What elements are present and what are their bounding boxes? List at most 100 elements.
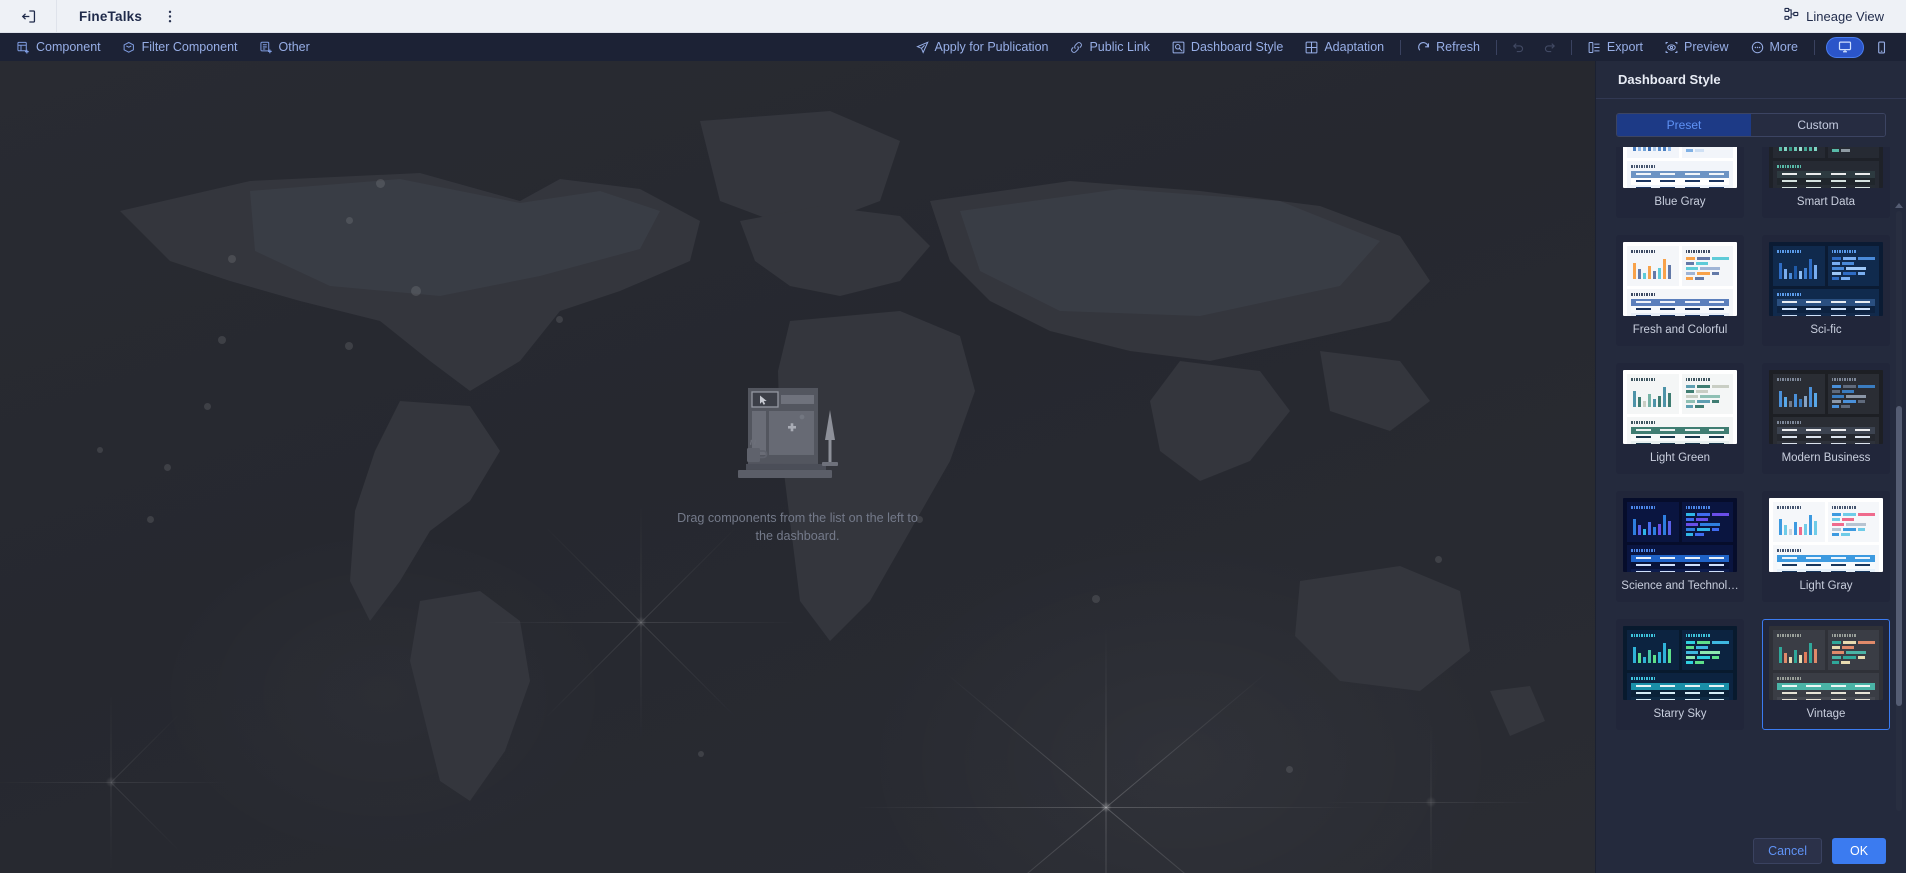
- toolbar-right-group: Apply for Publication Public Link Dashbo…: [905, 33, 1906, 61]
- map-dot: [346, 217, 353, 224]
- theme-card[interactable]: Vintage: [1762, 619, 1890, 730]
- theme-list-scrollbar[interactable]: [1895, 203, 1903, 811]
- panel-tabs-wrapper: Preset Custom: [1596, 99, 1906, 147]
- theme-label: Starry Sky: [1653, 708, 1707, 720]
- title-bar: FineTalks Lineage View: [0, 0, 1906, 33]
- panel-tabs: Preset Custom: [1616, 113, 1886, 137]
- toolbar-label: Export: [1606, 40, 1644, 54]
- map-dot: [376, 179, 385, 188]
- workspace: Drag components from the list on the lef…: [0, 61, 1906, 873]
- theme-thumbnail: [1623, 242, 1737, 316]
- panel-footer: Cancel OK: [1596, 829, 1906, 873]
- world-map-background: [0, 61, 1595, 873]
- export-button[interactable]: Export: [1577, 33, 1654, 61]
- lineage-icon: [1784, 7, 1799, 26]
- toolbar-divider: [1495, 39, 1497, 55]
- theme-card[interactable]: Light Green: [1616, 363, 1744, 474]
- more-dots-icon: [1751, 41, 1764, 54]
- device-desktop-toggle[interactable]: [1826, 36, 1864, 58]
- theme-label: Blue Gray: [1654, 196, 1706, 208]
- filter-component-icon: [123, 41, 136, 54]
- app-window: FineTalks Lineage View Component Filter …: [0, 0, 1906, 873]
- map-dot: [218, 336, 226, 344]
- theme-list[interactable]: Blue Gray Smart Data Fresh and Colorful Sci…: [1596, 147, 1906, 829]
- device-mobile-toggle[interactable]: [1864, 37, 1898, 58]
- toolbar-divider: [1814, 39, 1815, 55]
- dashboard-style-panel: Dashboard Style Preset Custom Blue Gray S…: [1595, 61, 1906, 873]
- theme-label: Light Gray: [1799, 580, 1853, 592]
- theme-card[interactable]: Fresh and Colorful: [1616, 235, 1744, 346]
- theme-thumbnail: [1769, 370, 1883, 444]
- vertical-dots-icon[interactable]: [156, 9, 184, 24]
- page-title: FineTalks: [79, 8, 143, 24]
- theme-card[interactable]: Sci-fic: [1762, 235, 1890, 346]
- theme-label: Fresh and Colorful: [1632, 324, 1728, 336]
- theme-label: Sci-fic: [1810, 324, 1842, 336]
- map-dot: [1092, 595, 1100, 603]
- theme-card[interactable]: Smart Data: [1762, 147, 1890, 218]
- theme-label: Smart Data: [1796, 196, 1856, 208]
- theme-card[interactable]: Light Gray: [1762, 491, 1890, 602]
- map-dot: [411, 286, 421, 296]
- toolbar-label: Other: [278, 40, 310, 54]
- theme-thumbnail: [1769, 147, 1883, 188]
- map-dot: [698, 751, 704, 757]
- theme-thumbnail: [1623, 147, 1737, 188]
- theme-label: Light Green: [1649, 452, 1711, 464]
- exit-left-icon[interactable]: [0, 0, 57, 32]
- link-icon: [1070, 41, 1083, 54]
- refresh-button[interactable]: Refresh: [1406, 33, 1491, 61]
- lineage-view-button[interactable]: Lineage View: [1784, 7, 1906, 26]
- toolbar-label: More: [1769, 40, 1798, 54]
- theme-thumbnail: [1623, 626, 1737, 700]
- theme-label: Science and Technol…: [1621, 580, 1739, 592]
- other-component-button[interactable]: Other: [249, 33, 321, 61]
- add-component-button[interactable]: Component: [6, 33, 112, 61]
- toolbar-divider: [1570, 39, 1572, 55]
- theme-label: Modern Business: [1781, 452, 1871, 464]
- scrollbar-thumb[interactable]: [1896, 406, 1902, 706]
- tab-custom[interactable]: Custom: [1751, 114, 1885, 136]
- scroll-up-arrow-icon[interactable]: [1895, 203, 1903, 208]
- adaptation-button[interactable]: Adaptation: [1294, 33, 1395, 61]
- cancel-button[interactable]: Cancel: [1753, 838, 1822, 864]
- toolbar-label: Filter Component: [141, 40, 238, 54]
- theme-card[interactable]: Starry Sky: [1616, 619, 1744, 730]
- toolbar-label: Dashboard Style: [1190, 40, 1284, 54]
- toolbar-label: Preview: [1684, 40, 1729, 54]
- filter-component-button[interactable]: Filter Component: [112, 33, 249, 61]
- theme-card[interactable]: Science and Technol…: [1616, 491, 1744, 602]
- theme-card[interactable]: Blue Gray: [1616, 147, 1744, 218]
- panel-title: Dashboard Style: [1596, 61, 1906, 99]
- theme-label: Vintage: [1806, 708, 1846, 720]
- redo-button[interactable]: [1534, 33, 1566, 61]
- dashboard-style-button[interactable]: Dashboard Style: [1161, 33, 1294, 61]
- map-dot: [228, 255, 236, 263]
- public-link-button[interactable]: Public Link: [1059, 33, 1160, 61]
- theme-thumbnail: [1769, 242, 1883, 316]
- grid-icon: [1305, 41, 1318, 54]
- dashboard-canvas[interactable]: Drag components from the list on the lef…: [0, 61, 1595, 873]
- other-component-icon: [259, 41, 273, 54]
- preview-button[interactable]: Preview: [1654, 33, 1739, 61]
- theme-card[interactable]: Modern Business: [1762, 363, 1890, 474]
- undo-button[interactable]: [1502, 33, 1534, 61]
- export-icon: [1588, 41, 1601, 54]
- send-icon: [915, 40, 929, 54]
- toolbar-label: Component: [36, 40, 101, 54]
- map-dot: [1286, 766, 1293, 773]
- theme-thumbnail: [1623, 370, 1737, 444]
- preview-icon: [1665, 41, 1678, 54]
- toolbar-label: Refresh: [1436, 40, 1480, 54]
- map-dot: [97, 447, 103, 453]
- theme-thumbnail: [1623, 498, 1737, 572]
- apply-for-publication-button[interactable]: Apply for Publication: [905, 33, 1060, 61]
- lineage-view-label: Lineage View: [1806, 8, 1884, 24]
- more-button[interactable]: More: [1740, 33, 1809, 61]
- tab-preset[interactable]: Preset: [1617, 114, 1751, 136]
- style-icon: [1172, 41, 1185, 54]
- refresh-icon: [1417, 41, 1430, 54]
- ok-button[interactable]: OK: [1832, 838, 1886, 864]
- toolbar-left-group: Component Filter Component Other: [0, 33, 321, 61]
- theme-thumbnail: [1769, 626, 1883, 700]
